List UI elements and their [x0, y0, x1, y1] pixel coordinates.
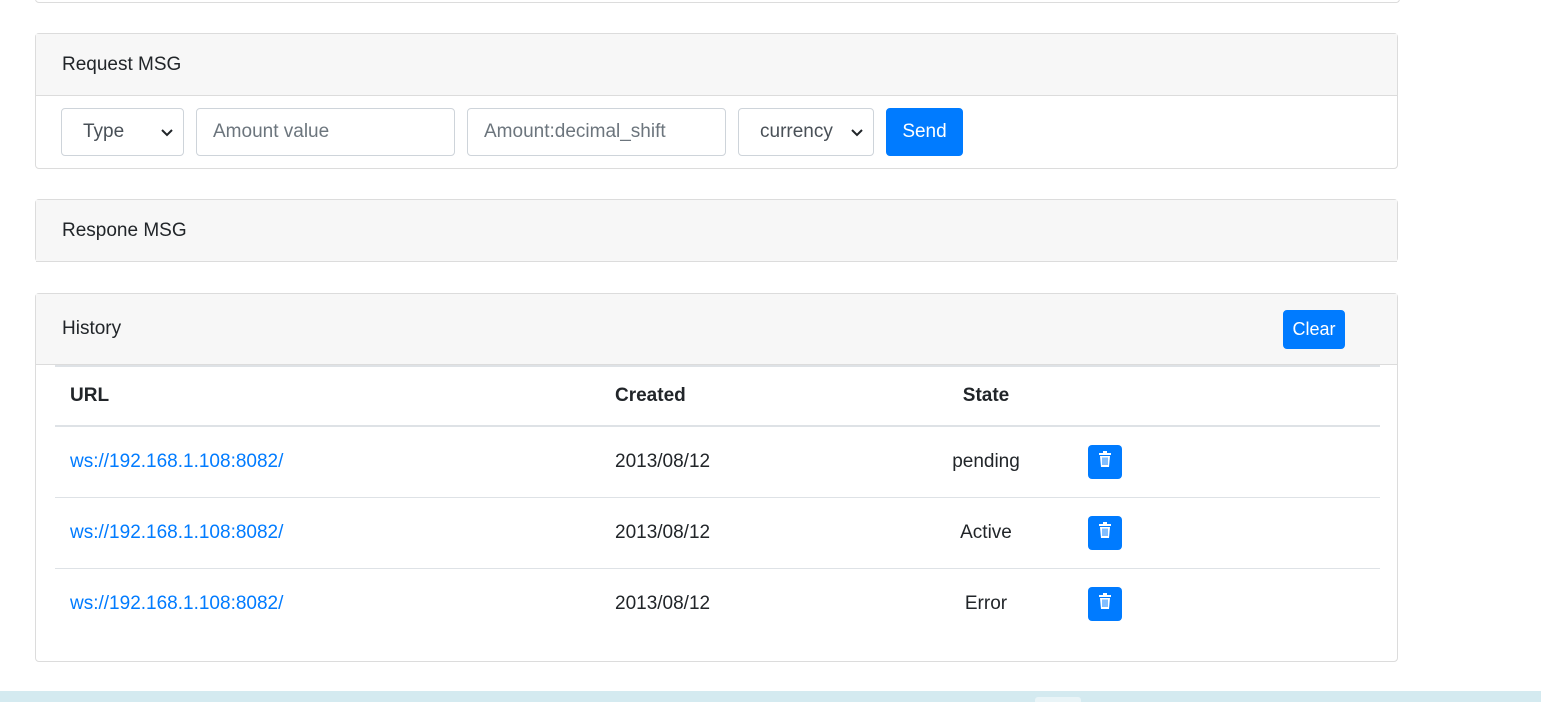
- delete-button[interactable]: [1088, 444, 1122, 479]
- history-url-link[interactable]: ws://192.168.1.108:8082/: [70, 593, 283, 614]
- history-state: Error: [964, 592, 1008, 614]
- table-row: ws://192.168.1.108:8082/ 2013/08/12 Erro…: [55, 568, 1380, 639]
- column-header-state: State: [900, 365, 1072, 427]
- decimal-shift-input[interactable]: Amount:decimal_shift: [467, 108, 726, 156]
- amount-value-input[interactable]: Amount value: [196, 108, 455, 156]
- history-created: 2013/08/12: [600, 426, 900, 498]
- delete-button[interactable]: [1088, 515, 1122, 550]
- trash-icon: [1098, 450, 1112, 473]
- request-card-title: Request MSG: [62, 53, 182, 75]
- request-form: Type Amount value Amount:decimal_shift c…: [36, 96, 1397, 168]
- clear-button[interactable]: Clear: [1283, 309, 1345, 349]
- response-card-title: Respone MSG: [62, 219, 187, 241]
- response-card-header: Respone MSG: [36, 200, 1397, 262]
- type-select-value: Type: [83, 121, 125, 142]
- history-state: Active: [900, 497, 1072, 569]
- column-header-actions: [1072, 365, 1380, 427]
- history-created: 2013/08/12: [615, 592, 711, 614]
- type-select[interactable]: Type: [61, 108, 184, 156]
- history-card-title: History: [62, 318, 122, 339]
- table-row: ws://192.168.1.108:8082/ 2013/08/12 Acti…: [55, 497, 1380, 569]
- page: Request MSG Type Amount value Amount:dec…: [0, 0, 1541, 702]
- currency-select[interactable]: currency: [738, 108, 874, 156]
- footer-bar: [0, 691, 1541, 702]
- table-header-row: URL Created State: [55, 365, 1380, 427]
- column-header-url: URL: [55, 365, 600, 427]
- response-card: Respone MSG: [35, 199, 1398, 262]
- trash-icon: [1098, 521, 1112, 544]
- previous-card-edge: [35, 0, 1400, 3]
- column-header-created: Created: [600, 365, 900, 427]
- chevron-down-icon: [851, 124, 863, 140]
- trash-icon: [1098, 592, 1112, 615]
- footer-tab: [1035, 697, 1081, 702]
- history-url-link[interactable]: ws://192.168.1.108:8082/: [70, 451, 283, 472]
- decimal-shift-placeholder: Amount:decimal_shift: [484, 121, 666, 142]
- request-card-header: Request MSG: [36, 34, 1397, 96]
- history-created: 2013/08/12: [600, 497, 900, 569]
- chevron-down-icon: [161, 124, 173, 140]
- history-state: pending: [900, 426, 1072, 498]
- amount-value-placeholder: Amount value: [213, 121, 330, 142]
- delete-button[interactable]: [1088, 586, 1122, 621]
- history-card: History Clear URL Created State ws://192…: [35, 293, 1398, 662]
- history-table: URL Created State ws://192.168.1.108:808…: [55, 365, 1380, 639]
- currency-select-value: currency: [760, 121, 833, 142]
- request-card: Request MSG Type Amount value Amount:dec…: [35, 33, 1398, 169]
- send-button[interactable]: Send: [886, 108, 963, 156]
- table-row: ws://192.168.1.108:8082/ 2013/08/12 pend…: [55, 426, 1380, 498]
- history-card-header: History Clear: [36, 294, 1397, 365]
- history-url-link[interactable]: ws://192.168.1.108:8082/: [70, 522, 283, 543]
